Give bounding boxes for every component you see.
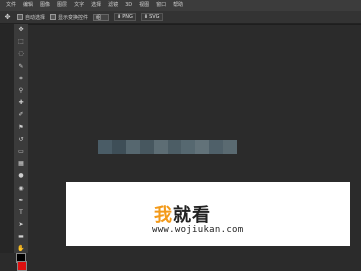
watermark-char-rest: 就看 <box>173 205 211 226</box>
crop-tool-icon[interactable]: ⌗ <box>14 73 28 85</box>
export-png-button[interactable]: ⬇ PNG <box>114 13 136 21</box>
watermark-char-accent: 我 <box>154 205 173 226</box>
auto-select-label: 自动选择 <box>25 14 46 21</box>
watermark-url: www.wojiukan.com <box>152 225 244 235</box>
menu-3d[interactable]: 3D <box>125 3 132 8</box>
pen-tool-icon[interactable]: ✒ <box>14 195 28 207</box>
export-svg-button[interactable]: ⬇ SVG <box>140 13 163 21</box>
eyedropper-tool-icon[interactable]: ⚲ <box>14 85 28 97</box>
blur-cell <box>181 140 196 154</box>
lasso-tool-icon[interactable]: ◌ <box>14 48 28 60</box>
eraser-tool-icon[interactable]: ▭ <box>14 146 28 158</box>
left-strip <box>0 24 14 253</box>
menu-window[interactable]: 窗口 <box>156 3 166 8</box>
menu-filter[interactable]: 滤镜 <box>108 3 118 8</box>
export-svg-label: SVG <box>149 14 160 20</box>
menu-bar: 文件 编辑 图像 图层 文字 选择 滤镜 3D 视图 窗口 帮助 <box>0 0 361 11</box>
menu-layer[interactable]: 图层 <box>57 3 67 8</box>
toolbox: ✥⬚◌✎⌗⚲✚✐⚑↺▭▦●◉✒T➤▬✋⚲ <box>14 24 28 271</box>
blur-cell <box>111 140 126 154</box>
download-icon: ⬇ <box>117 14 122 20</box>
dropdown-value: 组 <box>93 13 110 21</box>
history-brush-tool-icon[interactable]: ↺ <box>14 134 28 146</box>
blur-cell <box>98 140 112 154</box>
blur-cell <box>195 140 210 154</box>
download-icon: ⬇ <box>143 14 149 20</box>
background-color-swatch[interactable] <box>17 261 27 271</box>
blur-cell <box>209 140 224 154</box>
auto-select-checkbox[interactable]: 自动选择 <box>17 14 45 21</box>
auto-select-dropdown[interactable]: 组 <box>93 13 110 21</box>
options-bar: ✥ 自动选择 显示变换控件 组 ⬇ PNG ⬇ SVG <box>0 11 361 24</box>
blur-cell <box>153 140 168 154</box>
menu-view[interactable]: 视图 <box>139 3 149 8</box>
blur-tool-icon[interactable]: ● <box>14 170 28 182</box>
marquee-tool-icon[interactable]: ⬚ <box>14 36 28 48</box>
stamp-tool-icon[interactable]: ⚑ <box>14 122 28 134</box>
healing-tool-icon[interactable]: ✚ <box>14 97 28 109</box>
menu-select[interactable]: 选择 <box>91 3 101 8</box>
blur-cell <box>167 140 182 154</box>
menu-image[interactable]: 图像 <box>40 3 50 8</box>
menu-type[interactable]: 文字 <box>74 3 84 8</box>
blur-cell <box>139 140 154 154</box>
dodge-tool-icon[interactable]: ◉ <box>14 182 28 194</box>
path-select-tool-icon[interactable]: ➤ <box>14 219 28 231</box>
blurred-content-strip <box>98 140 238 154</box>
shape-tool-icon[interactable]: ▬ <box>14 231 28 243</box>
brush-tool-icon[interactable]: ✐ <box>14 109 28 121</box>
gradient-tool-icon[interactable]: ▦ <box>14 158 28 170</box>
quick-select-tool-icon[interactable]: ✎ <box>14 61 28 73</box>
move-tool-icon[interactable]: ✥ <box>3 13 12 22</box>
menu-help[interactable]: 帮助 <box>173 3 183 8</box>
export-png-label: PNG <box>122 14 133 20</box>
watermark-logo: 我就看 <box>154 201 211 227</box>
show-transform-checkbox[interactable]: 显示变换控件 <box>50 14 88 21</box>
move-tool-icon[interactable]: ✥ <box>14 24 28 36</box>
type-tool-icon[interactable]: T <box>14 207 28 219</box>
menu-edit[interactable]: 编辑 <box>23 3 33 8</box>
blur-cell <box>125 140 140 154</box>
show-transform-label: 显示变换控件 <box>58 14 89 21</box>
blur-cell <box>223 140 238 154</box>
divider <box>0 24 361 25</box>
menu-file[interactable]: 文件 <box>6 3 16 8</box>
